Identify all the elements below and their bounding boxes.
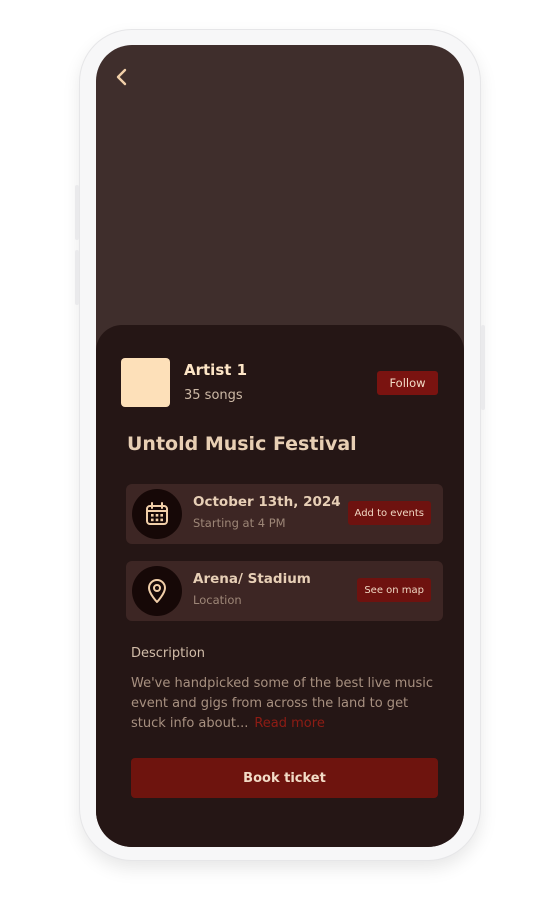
phone-screen: Artist 1 35 songs Follow Untold Music Fe… (96, 45, 464, 847)
add-to-events-button[interactable]: Add to events (347, 501, 431, 525)
event-start-time: Starting at 4 PM (193, 516, 286, 530)
calendar-icon (132, 489, 182, 539)
event-details-sheet: Artist 1 35 songs Follow Untold Music Fe… (96, 325, 464, 847)
book-ticket-button[interactable]: Book ticket (131, 758, 438, 798)
venue-label: Location (193, 593, 242, 607)
phone-power-button (481, 325, 485, 410)
venue-name: Arena/ Stadium (193, 571, 311, 587)
phone-side-button (75, 250, 79, 305)
chevron-left-icon (116, 68, 127, 86)
event-date: October 13th, 2024 (193, 494, 341, 510)
phone-side-button (75, 185, 79, 240)
see-on-map-button[interactable]: See on map (357, 578, 431, 602)
artist-name[interactable]: Artist 1 (184, 361, 247, 379)
location-pin-icon (132, 566, 182, 616)
description-label: Description (131, 646, 206, 661)
artist-avatar[interactable] (121, 358, 170, 407)
date-card: October 13th, 2024 Starting at 4 PM Add … (126, 484, 443, 544)
read-more-link[interactable]: Read more (254, 716, 324, 731)
artist-song-count: 35 songs (184, 388, 243, 403)
event-title: Untold Music Festival (127, 433, 357, 455)
back-button[interactable] (110, 65, 134, 89)
description-text: We've handpicked some of the best live m… (131, 674, 441, 734)
follow-button[interactable]: Follow (377, 371, 438, 395)
location-card: Arena/ Stadium Location See on map (126, 561, 443, 621)
